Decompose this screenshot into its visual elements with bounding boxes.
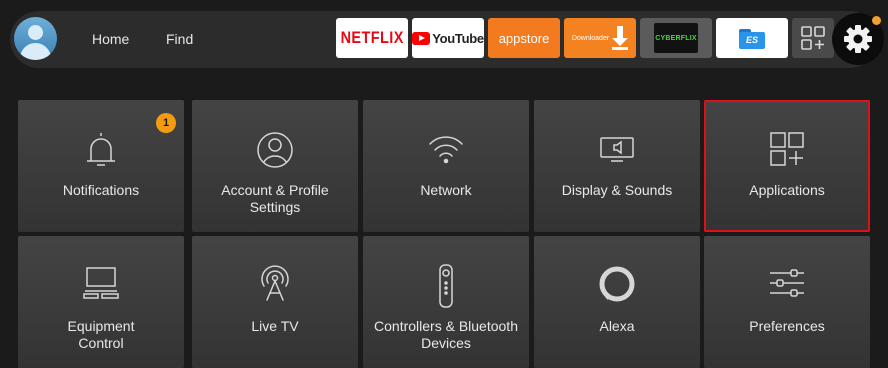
- sliders-icon: [767, 264, 807, 309]
- settings-notification-dot: [872, 16, 881, 25]
- tv-equipment-icon: [81, 264, 121, 309]
- tile-preferences[interactable]: Preferences: [704, 236, 870, 368]
- profile-avatar[interactable]: [14, 17, 57, 60]
- avatar-head-shape: [28, 25, 43, 40]
- cyberflix-logo-text: CYBERFLIX: [655, 34, 697, 42]
- tile-display-sounds[interactable]: Display & Sounds: [534, 100, 700, 232]
- top-navigation-bar: Home Find NETFLIX YouTube appstore Downl…: [10, 11, 884, 68]
- app-cyberflix[interactable]: CYBERFLIX: [640, 18, 712, 58]
- tile-equipment-control[interactable]: Equipment Control: [18, 236, 184, 368]
- app-netflix[interactable]: NETFLIX: [336, 18, 408, 58]
- nav-home[interactable]: Home: [92, 31, 129, 47]
- tile-label: Notifications: [62, 182, 140, 198]
- remote-icon: [426, 264, 466, 313]
- download-arrow-icon: [612, 26, 629, 50]
- wifi-icon: [426, 130, 466, 175]
- appstore-logo-text: appstore: [498, 30, 550, 46]
- tile-label: Controllers & Bluetooth Devices: [374, 318, 518, 351]
- profile-icon: [256, 130, 294, 175]
- youtube-play-icon: [412, 31, 431, 45]
- tile-label: Equipment Control: [67, 318, 135, 351]
- broadcast-antenna-icon: [255, 264, 295, 309]
- alexa-ring-icon: [597, 264, 637, 309]
- app-youtube[interactable]: YouTube: [412, 18, 484, 58]
- display-sound-icon: [597, 130, 637, 175]
- downloader-logo-text: Downloader: [571, 34, 610, 42]
- app-downloader[interactable]: Downloader: [564, 18, 636, 58]
- nav-find[interactable]: Find: [166, 31, 193, 47]
- tile-alexa[interactable]: Alexa: [534, 236, 700, 368]
- tile-notifications[interactable]: 1 Notifications: [18, 100, 184, 232]
- tile-label: Live TV: [251, 318, 299, 334]
- all-apps-button[interactable]: [792, 18, 834, 58]
- tile-label: Display & Sounds: [561, 182, 673, 198]
- tile-live-tv[interactable]: Live TV: [192, 236, 358, 368]
- netflix-logo-text: NETFLIX: [340, 28, 404, 47]
- bell-icon: [83, 130, 119, 175]
- avatar-body-shape: [20, 43, 51, 60]
- tile-account-profile-settings[interactable]: Account & Profile Settings: [192, 100, 358, 232]
- tile-network[interactable]: Network: [363, 100, 529, 232]
- youtube-logo-text: YouTube: [432, 30, 484, 46]
- tile-label: Network: [420, 182, 472, 198]
- tile-label: Applications: [749, 182, 825, 198]
- apps-icon: [767, 130, 807, 175]
- notification-count-badge: 1: [156, 113, 176, 133]
- tile-label: Alexa: [599, 318, 635, 334]
- tile-controllers-bluetooth[interactable]: Controllers & Bluetooth Devices: [363, 236, 529, 368]
- apps-grid-plus-icon: [801, 26, 825, 50]
- tile-label: Account & Profile Settings: [221, 182, 329, 215]
- tile-applications[interactable]: Applications: [704, 100, 870, 232]
- app-es-file-explorer[interactable]: ES: [716, 18, 788, 58]
- es-folder-icon: ES: [739, 27, 765, 49]
- app-appstore[interactable]: appstore: [488, 18, 560, 58]
- cyberflix-logo: CYBERFLIX: [654, 23, 698, 53]
- tile-label: Preferences: [749, 318, 825, 334]
